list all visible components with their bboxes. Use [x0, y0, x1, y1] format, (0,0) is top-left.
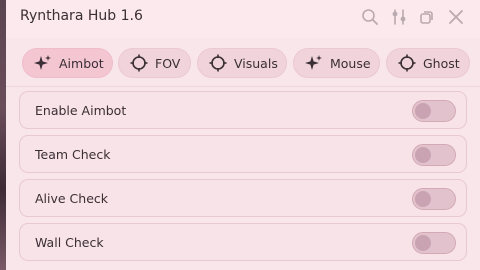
- crosshair-icon: [129, 53, 149, 73]
- tab-visuals[interactable]: Visuals: [197, 48, 287, 78]
- search-icon[interactable]: [359, 6, 381, 28]
- toggle-knob: [415, 235, 431, 251]
- setting-label: Enable Aimbot: [35, 103, 127, 118]
- toggle-knob: [415, 103, 431, 119]
- setting-label: Alive Check: [35, 191, 109, 206]
- hub-window: Rynthara Hub 1.6 Aimbot FOV Visuals Mous…: [6, 0, 480, 270]
- toggle-knob: [415, 147, 431, 163]
- tab-divider: [6, 86, 480, 87]
- close-icon[interactable]: [445, 6, 467, 28]
- setting-row-alive-check: Alive Check: [19, 179, 467, 217]
- tab-aimbot[interactable]: Aimbot: [22, 48, 113, 78]
- restore-icon[interactable]: [416, 6, 438, 28]
- crosshair-icon: [397, 53, 417, 73]
- setting-label: Wall Check: [35, 235, 104, 250]
- tab-mouse[interactable]: Mouse: [293, 48, 380, 78]
- tab-bar: Aimbot FOV Visuals Mouse Ghost: [6, 48, 480, 80]
- setting-row-enable-aimbot: Enable Aimbot: [19, 91, 467, 129]
- enable-aimbot-toggle[interactable]: [412, 100, 456, 122]
- tab-fov[interactable]: FOV: [118, 48, 191, 78]
- title-bar: Rynthara Hub 1.6: [6, 0, 480, 38]
- setting-row-team-check: Team Check: [19, 135, 467, 173]
- alive-check-toggle[interactable]: [412, 188, 456, 210]
- team-check-toggle[interactable]: [412, 144, 456, 166]
- tab-label: FOV: [155, 55, 181, 71]
- tab-label: Mouse: [330, 55, 371, 71]
- setting-label: Team Check: [35, 147, 111, 162]
- toggle-knob: [415, 191, 431, 207]
- wall-check-toggle[interactable]: [412, 232, 456, 254]
- tab-label: Visuals: [234, 55, 278, 71]
- setting-row-wall-check: Wall Check: [19, 223, 467, 261]
- crosshair-icon: [208, 53, 228, 73]
- tab-label: Ghost: [423, 55, 460, 71]
- tab-ghost[interactable]: Ghost: [386, 48, 470, 78]
- sliders-icon[interactable]: [388, 6, 410, 28]
- sparkle-icon: [304, 53, 324, 73]
- window-title: Rynthara Hub 1.6: [20, 8, 143, 24]
- sparkle-icon: [33, 53, 53, 73]
- tab-label: Aimbot: [59, 55, 104, 71]
